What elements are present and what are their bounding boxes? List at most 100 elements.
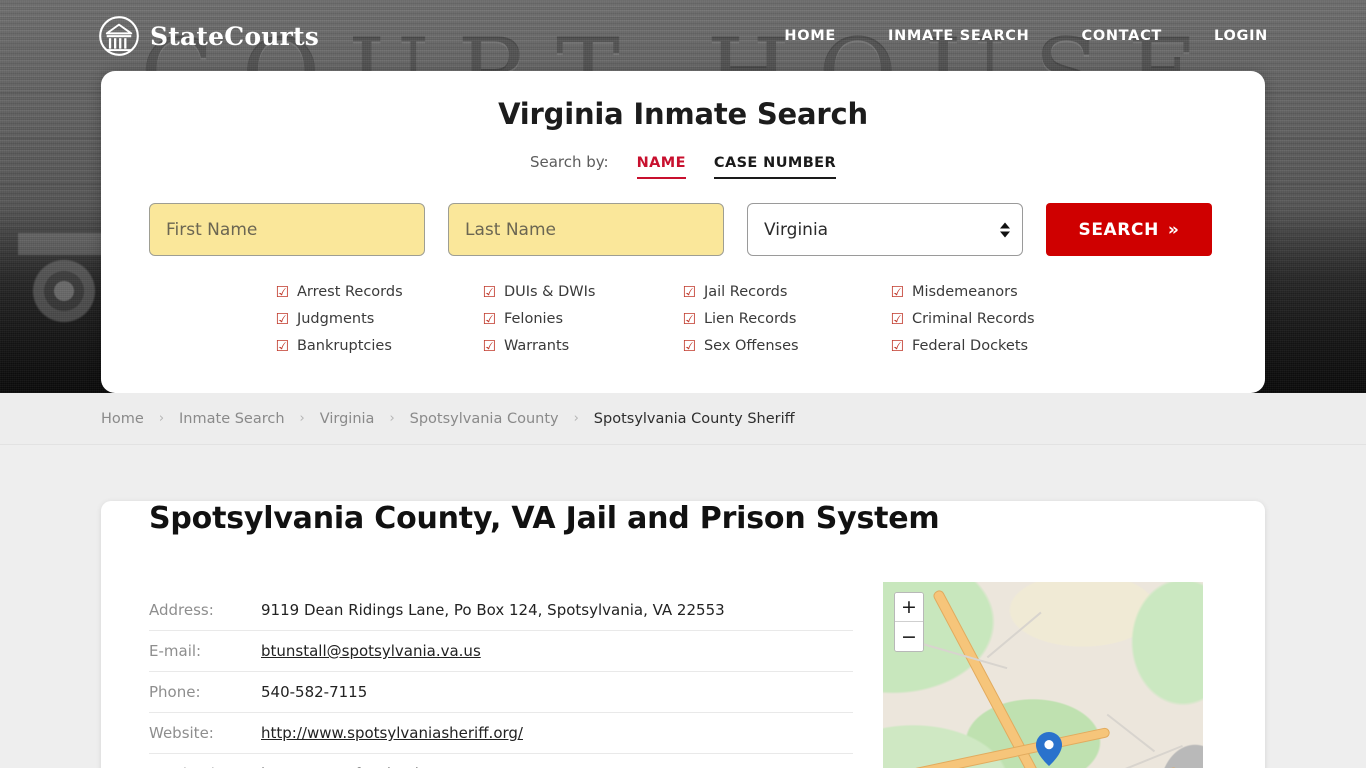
checked-box-icon: ☑ (275, 282, 289, 301)
checked-box-icon: ☑ (682, 282, 696, 301)
feature-bankruptcies: ☑ Bankruptcies (276, 338, 483, 354)
breadcrumb-item-virginia[interactable]: Virginia (320, 411, 375, 427)
table-row: Website: http://www.spotsylvaniasheriff.… (149, 713, 853, 754)
chevron-right-icon: › (389, 411, 395, 426)
detail-label-website: Website: (149, 724, 214, 742)
breadcrumb-item-current: Spotsylvania County Sheriff (593, 410, 795, 427)
feature-lien-records: ☑ Lien Records (683, 311, 891, 327)
detail-value-phone: 540-582-7115 (261, 683, 368, 701)
feature-jail-records: ☑ Jail Records (683, 284, 891, 300)
map-zoom-in-button[interactable]: + (895, 593, 923, 622)
checked-box-icon: ☑ (482, 336, 496, 355)
feature-label: Criminal Records (911, 311, 1035, 327)
tab-search-by-case-number[interactable]: CASE NUMBER (713, 155, 837, 179)
brand-name: StateCourts (150, 21, 319, 51)
chevron-right-icon: › (299, 411, 305, 426)
double-chevron-right-icon: » (1167, 219, 1180, 240)
table-row: Facebook: https://www.facebook.com/Spots… (149, 754, 853, 768)
search-by-label: Search by: (529, 153, 609, 171)
inmate-search-card: Virginia Inmate Search Search by: NAME C… (101, 71, 1265, 393)
feature-felonies: ☑ Felonies (483, 311, 683, 327)
breadcrumb-item-inmate-search[interactable]: Inmate Search (179, 411, 285, 427)
table-row: Phone: 540-582-7115 (149, 672, 853, 713)
feature-duis-dwis: ☑ DUIs & DWIs (483, 284, 683, 300)
record-types-grid: ☑ Arrest Records ☑ DUIs & DWIs ☑ Jail Recor… (101, 284, 1265, 354)
checked-box-icon: ☑ (275, 336, 289, 355)
top-navigation-bar: StateCourts HOME INMATE SEARCH CONTACT L… (0, 0, 1366, 72)
facility-detail-card: Spotsylvania County, VA Jail and Prison … (101, 501, 1265, 768)
feature-label: DUIs & DWIs (503, 284, 596, 300)
chevron-right-icon: › (573, 411, 579, 426)
search-card-title: Virginia Inmate Search (498, 97, 868, 131)
feature-label: Sex Offenses (703, 338, 799, 354)
email-link[interactable]: btunstall@spotsylvania.va.us (261, 642, 481, 660)
nav-item-login[interactable]: LOGIN (1214, 28, 1268, 44)
detail-label-address: Address: (149, 601, 214, 619)
feature-sex-offenses: ☑ Sex Offenses (683, 338, 891, 354)
feature-label: Warrants (503, 338, 570, 354)
breadcrumb: Home › Inmate Search › Virginia › Spotsy… (101, 411, 795, 427)
search-form-row: Virginia SEARCH » (149, 203, 1265, 256)
tab-search-by-name[interactable]: NAME (636, 155, 686, 179)
website-link[interactable]: http://www.spotsylvaniasheriff.org/ (261, 724, 523, 742)
state-select[interactable]: Virginia (747, 203, 1023, 256)
breadcrumb-bar: Home › Inmate Search › Virginia › Spotsy… (0, 393, 1366, 445)
facility-details-table: Address: 9119 Dean Ridings Lane, Po Box … (149, 590, 853, 768)
breadcrumb-item-home[interactable]: Home (101, 411, 144, 427)
nav-item-inmate-search[interactable]: INMATE SEARCH (888, 28, 1030, 44)
feature-criminal-records: ☑ Criminal Records (891, 311, 1091, 327)
checked-box-icon: ☑ (682, 336, 696, 355)
facility-content-body: Address: 9119 Dean Ridings Lane, Po Box … (101, 536, 1265, 768)
checked-box-icon: ☑ (890, 282, 904, 301)
table-row: Address: 9119 Dean Ridings Lane, Po Box … (149, 590, 853, 631)
checked-box-icon: ☑ (682, 309, 696, 328)
checked-box-icon: ☑ (275, 309, 289, 328)
hero-section: COURT HOUSE StateCourts HOME INMATE SEAR… (0, 0, 1366, 393)
first-name-input[interactable] (149, 203, 425, 256)
feature-label: Judgments (296, 311, 375, 327)
feature-label: Jail Records (703, 284, 788, 300)
checked-box-icon: ☑ (890, 336, 904, 355)
map-pin-icon[interactable] (1036, 732, 1062, 766)
checked-box-icon: ☑ (482, 282, 496, 301)
feature-judgments: ☑ Judgments (276, 311, 483, 327)
search-by-row: Search by: NAME CASE NUMBER (101, 153, 1265, 179)
feature-warrants: ☑ Warrants (483, 338, 683, 354)
feature-label: Bankruptcies (296, 338, 392, 354)
feature-federal-dockets: ☑ Federal Dockets (891, 338, 1091, 354)
last-name-input[interactable] (448, 203, 724, 256)
feature-label: Arrest Records (296, 284, 403, 300)
nav-item-contact[interactable]: CONTACT (1081, 28, 1162, 44)
checked-box-icon: ☑ (890, 309, 904, 328)
main-nav: HOME INMATE SEARCH CONTACT LOGIN (784, 28, 1268, 44)
search-button-label: SEARCH (1078, 219, 1159, 240)
map-zoom-controls: + − (894, 592, 924, 652)
breadcrumb-item-spotsylvania-county[interactable]: Spotsylvania County (410, 411, 559, 427)
checked-box-icon: ☑ (482, 309, 496, 328)
feature-label: Lien Records (703, 311, 797, 327)
courthouse-circle-icon (99, 16, 139, 56)
map-street (986, 611, 1042, 658)
detail-value-address: 9119 Dean Ridings Lane, Po Box 124, Spot… (261, 601, 725, 619)
nav-item-home[interactable]: HOME (784, 28, 836, 44)
chevron-right-icon: › (158, 411, 165, 426)
map-street (1106, 713, 1156, 752)
page-title: Spotsylvania County, VA Jail and Prison … (149, 501, 940, 536)
feature-label: Federal Dockets (911, 338, 1029, 354)
state-select-value[interactable]: Virginia (747, 203, 1023, 256)
location-map[interactable]: + − Spotsylvania (883, 582, 1203, 768)
detail-label-facebook: Facebook: (149, 754, 261, 768)
feature-misdemeanors: ☑ Misdemeanors (891, 284, 1091, 300)
detail-value-email: btunstall@spotsylvania.va.us (261, 631, 853, 672)
detail-label-email: E-mail: (149, 642, 202, 660)
map-zoom-out-button[interactable]: − (895, 622, 923, 651)
search-button[interactable]: SEARCH » (1046, 203, 1212, 256)
detail-label-phone: Phone: (149, 683, 201, 701)
feature-label: Misdemeanors (911, 284, 1018, 300)
feature-label: Felonies (503, 311, 564, 327)
feature-arrest-records: ☑ Arrest Records (276, 284, 483, 300)
brand-logo-link[interactable]: StateCourts (98, 15, 319, 57)
map-highway-secondary (883, 728, 1110, 768)
detail-value-facebook: https://www.facebook.com/SpotsySO/ (261, 754, 853, 768)
table-row: E-mail: btunstall@spotsylvania.va.us (149, 631, 853, 672)
